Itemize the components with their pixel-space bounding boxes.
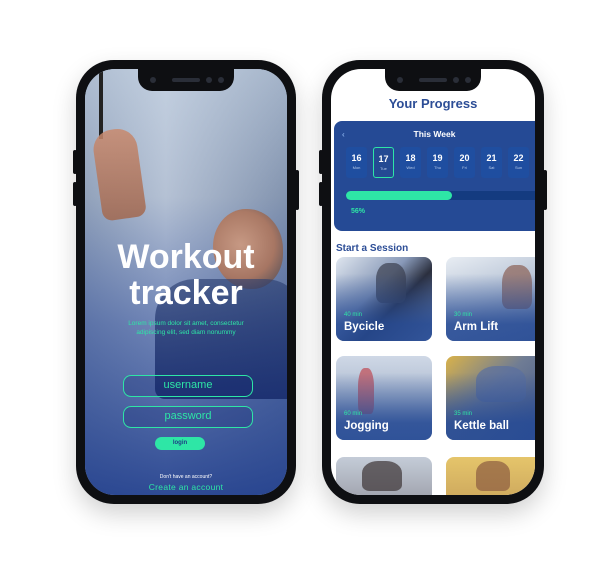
athlete-figure — [362, 461, 402, 491]
day-number: 18 — [405, 153, 416, 163]
session-name: Bycicle — [344, 321, 385, 333]
session-card-bycicle[interactable]: 40 min Bycicle — [336, 257, 432, 341]
day-name: Fri — [462, 165, 467, 170]
sensor-dot — [465, 77, 471, 83]
power-button — [543, 170, 547, 210]
login-button[interactable]: login — [155, 437, 205, 450]
day-item[interactable]: 22 Sun — [508, 147, 529, 178]
session-name: Arm Lift — [454, 321, 499, 333]
day-number: 22 — [513, 153, 524, 163]
username-field[interactable]: username — [123, 375, 253, 397]
session-duration: 30 min — [454, 312, 473, 318]
day-item-selected[interactable]: 17 Tue — [373, 147, 394, 178]
day-item[interactable]: 20 Fri — [454, 147, 475, 178]
app-title: Workout tracker — [85, 239, 287, 311]
gym-cable — [99, 69, 103, 139]
sensor-dot — [453, 77, 459, 83]
day-item[interactable]: 18 Wed — [400, 147, 421, 178]
session-duration: 35 min — [454, 411, 473, 417]
notch — [385, 69, 481, 91]
app-subtitle: Lorem ipsum dolor sit amet, consectetur … — [128, 320, 244, 336]
progress-bar — [346, 191, 535, 200]
volume-up-button — [319, 150, 323, 174]
notch — [138, 69, 234, 91]
session-card-arm-lift[interactable]: 30 min Arm Lift — [446, 257, 535, 341]
section-title: Start a Session — [336, 243, 409, 254]
session-card-partial[interactable] — [336, 457, 432, 495]
day-number: 21 — [486, 153, 497, 163]
login-phone: Workout tracker Lorem ipsum dolor sit am… — [73, 60, 299, 504]
page-title: Your Progress — [388, 96, 478, 111]
login-screen: Workout tracker Lorem ipsum dolor sit am… — [85, 69, 287, 495]
day-name: Mon — [352, 165, 361, 170]
day-number: 19 — [432, 153, 443, 163]
athlete-figure — [476, 461, 510, 491]
app-title-line1: Workout — [117, 238, 255, 276]
progress-bar-fill — [346, 191, 452, 200]
progress-screen: Your Progress ‹ This Week 16 Mon 17 Tue 18… — [331, 69, 535, 495]
sensor-dot — [206, 77, 212, 83]
camera-dot — [397, 77, 403, 83]
no-account-text: Don't have an account? — [159, 474, 213, 480]
progress-phone: Your Progress ‹ This Week 16 Mon 17 Tue 18… — [319, 60, 547, 504]
day-number: 20 — [459, 153, 470, 163]
password-field[interactable]: password — [123, 406, 253, 428]
session-name: Jogging — [344, 420, 389, 432]
day-name: Sun — [514, 165, 523, 170]
session-card-jogging[interactable]: 60 min Jogging — [336, 356, 432, 440]
session-card-partial[interactable] — [446, 457, 535, 495]
day-name: Thu — [434, 165, 441, 170]
day-selector: 16 Mon 17 Tue 18 Wed 19 Thu 20 Fri 21 Sat 22 Su… — [346, 147, 529, 178]
sensor-dot — [218, 77, 224, 83]
day-item[interactable]: 16 Mon — [346, 147, 367, 178]
session-duration: 60 min — [344, 411, 363, 417]
volume-down-button — [73, 182, 77, 206]
app-title-line2: tracker — [129, 274, 243, 312]
day-name: Sat — [488, 165, 495, 170]
volume-up-button — [73, 150, 77, 174]
power-button — [295, 170, 299, 210]
day-name: Wed — [406, 165, 415, 170]
day-number: 16 — [351, 153, 362, 163]
day-number: 17 — [378, 154, 389, 164]
week-title: This Week — [413, 129, 456, 139]
day-item[interactable]: 19 Thu — [427, 147, 448, 178]
speaker-slit — [419, 78, 447, 82]
speaker-slit — [172, 78, 200, 82]
volume-down-button — [319, 182, 323, 206]
day-item[interactable]: 21 Sat — [481, 147, 502, 178]
session-name: Kettle ball — [454, 420, 509, 432]
create-account-link[interactable]: Create an account — [85, 482, 287, 492]
camera-dot — [150, 77, 156, 83]
session-card-kettle-ball[interactable]: 35 min Kettle ball — [446, 356, 535, 440]
day-name: Tue — [380, 166, 387, 171]
week-card: ‹ This Week 16 Mon 17 Tue 18 Wed 19 Thu 20 Fr… — [334, 121, 535, 231]
session-duration: 40 min — [344, 312, 363, 318]
progress-percent: 56% — [351, 208, 366, 215]
